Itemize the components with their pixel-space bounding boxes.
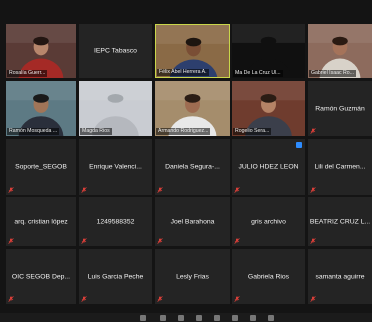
participant-tile[interactable]: Magda Rios [79, 81, 152, 136]
participant-tile[interactable]: Ramón Guzmán [308, 81, 372, 136]
participant-tile[interactable]: samanta aguirre [308, 249, 372, 304]
participant-tile[interactable]: Rosalía Guerr... [6, 24, 76, 78]
participant-tile[interactable]: Lesly Frias [155, 249, 230, 304]
muted-mic-icon [310, 187, 316, 193]
participant-name: Gabriela Rios [247, 273, 290, 280]
participant-tile[interactable]: Enrique Valenci... [79, 139, 152, 195]
muted-mic-icon [8, 187, 14, 193]
muted-mic-icon [81, 238, 87, 244]
participant-name-tag: Gabriel Isaac Ro... [309, 70, 356, 77]
participant-tile[interactable]: arq. cristian lópez [6, 197, 76, 246]
participant-name-tag: Ramón Mosqueda ... [7, 128, 60, 135]
participant-name: BEATRIZ CRUZ L... [309, 218, 371, 225]
participant-name: gris archivo [251, 218, 286, 225]
participant-tile[interactable]: Gabriel Isaac Ro... [308, 24, 372, 78]
participant-name: Joel Barahona [170, 218, 215, 225]
participant-name: OIC SEGOB Dep... [11, 273, 71, 280]
host-badge-icon [296, 142, 302, 148]
muted-mic-icon [81, 187, 87, 193]
participant-name-tag: Félix Abel Herrera A. [157, 69, 209, 76]
participant-tile[interactable]: Luis Garcia Peche [79, 249, 152, 304]
muted-mic-icon [157, 296, 163, 302]
participant-name: Daniela Segura-... [165, 163, 220, 171]
participant-name: Lili del Carmen... [314, 163, 366, 171]
participant-name-tag: Armando Rodriguez... [156, 128, 211, 135]
participant-tile[interactable]: Rogelio Sera... [232, 81, 305, 136]
participant-tile[interactable]: 1249588352 [79, 197, 152, 246]
participant-name: 1249588352 [96, 218, 135, 225]
muted-mic-icon [234, 238, 240, 244]
participant-name: arq. cristian lópez [14, 218, 68, 225]
participant-tile[interactable]: Lili del Carmen... [308, 139, 372, 195]
participant-tile[interactable]: Félix Abel Herrera A. [155, 24, 230, 78]
participant-name: samanta aguirre [315, 273, 365, 280]
muted-mic-icon [310, 296, 316, 302]
participant-tile[interactable]: Gabriela Rios [232, 249, 305, 304]
participant-name: Luis Garcia Peche [87, 273, 144, 280]
muted-mic-icon [8, 238, 14, 244]
muted-mic-icon [310, 128, 316, 134]
participant-tile[interactable]: IEPC Tabasco [79, 24, 152, 78]
participant-tile[interactable]: Daniela Segura-... [155, 139, 230, 195]
participant-tile[interactable]: BEATRIZ CRUZ L... [308, 197, 372, 246]
share-icon[interactable] [232, 315, 238, 321]
participant-name-tag: Magda Rios [80, 128, 112, 135]
muted-mic-icon [81, 296, 87, 302]
reactions-icon[interactable] [268, 315, 274, 321]
mic-icon[interactable] [140, 315, 146, 321]
participant-tile[interactable]: Ramón Mosqueda ... [6, 81, 76, 136]
participant-name-tag: Ma De La Cruz Ul... [233, 70, 283, 77]
muted-mic-icon [157, 238, 163, 244]
participant-tile[interactable]: JULIO HDEZ LEON [232, 139, 305, 195]
muted-mic-icon [157, 187, 163, 193]
muted-mic-icon [234, 187, 240, 193]
muted-mic-icon [234, 296, 240, 302]
participant-name: IEPC Tabasco [94, 47, 137, 55]
participant-name: JULIO HDEZ LEON [238, 163, 299, 171]
participant-name: Soporte_SEGOB [15, 163, 67, 171]
participant-name: Enrique Valenci... [89, 163, 142, 171]
participant-tile[interactable]: Joel Barahona [155, 197, 230, 246]
chat-icon[interactable] [214, 315, 220, 321]
participant-name: Lesly Frias [176, 273, 209, 280]
participants-grid: Rosalía Guerr... IEPC Tabasco Félix Abel H… [0, 0, 372, 322]
video-icon[interactable] [160, 315, 166, 321]
security-icon[interactable] [178, 315, 184, 321]
participant-name: Ramón Guzmán [315, 105, 365, 112]
participant-tile[interactable]: Soporte_SEGOB [6, 139, 76, 195]
participants-icon[interactable] [196, 315, 202, 321]
participant-tile[interactable]: gris archivo [232, 197, 305, 246]
participant-name-tag: Rosalía Guerr... [7, 70, 48, 77]
participant-name-tag: Rogelio Sera... [233, 128, 272, 135]
participant-tile[interactable]: OIC SEGOB Dep... [6, 249, 76, 304]
participant-tile[interactable]: Ma De La Cruz Ul... [232, 24, 305, 78]
muted-mic-icon [8, 296, 14, 302]
record-icon[interactable] [250, 315, 256, 321]
muted-mic-icon [310, 238, 316, 244]
participant-tile[interactable]: Armando Rodriguez... [155, 81, 230, 136]
meeting-toolbar [0, 313, 372, 322]
